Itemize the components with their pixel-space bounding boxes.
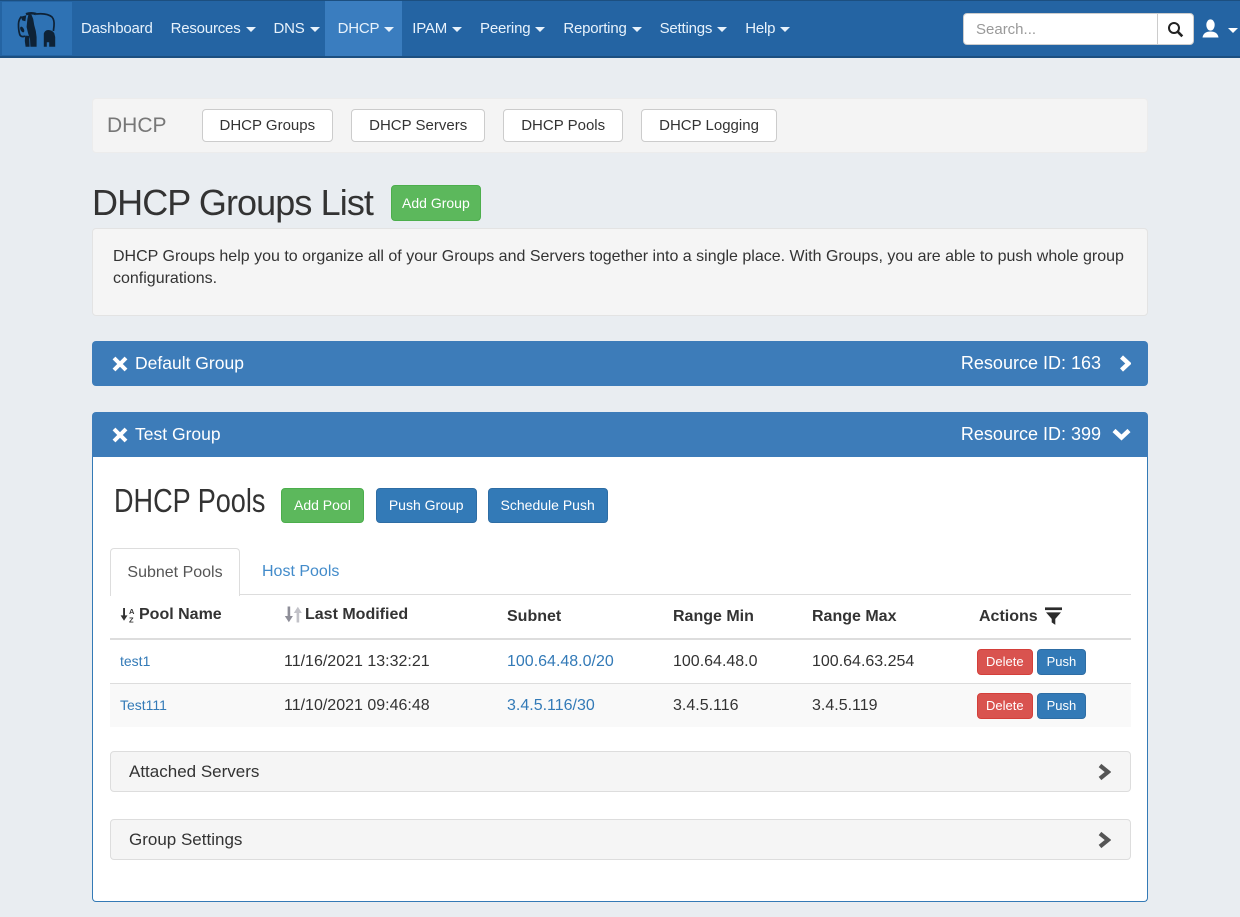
svg-text:Z: Z [129,615,134,623]
